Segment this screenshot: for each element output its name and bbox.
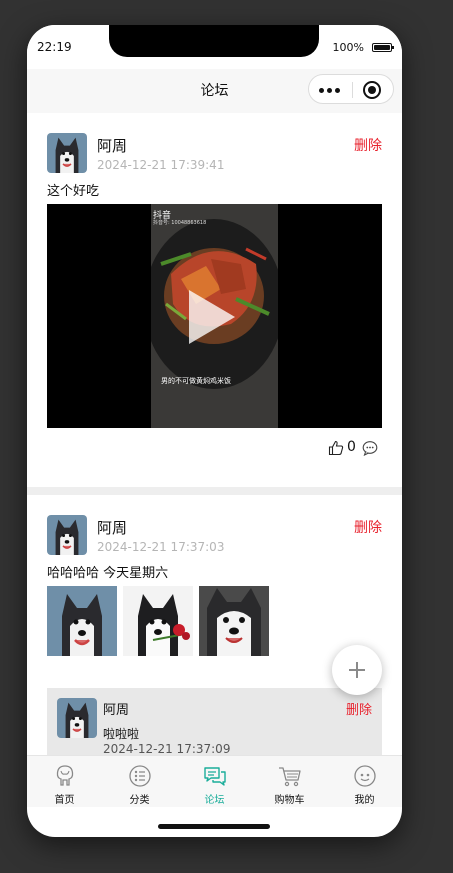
post-image[interactable] — [47, 586, 117, 656]
tab-forum[interactable]: 论坛 — [177, 756, 252, 808]
tab-label: 我的 — [354, 795, 375, 806]
play-icon[interactable] — [189, 290, 235, 344]
mini-program-capsule — [308, 74, 394, 104]
home-icon — [56, 765, 73, 786]
battery-percent: 100% — [332, 41, 364, 54]
comment-icon[interactable] — [362, 440, 378, 456]
post-image[interactable] — [199, 586, 269, 656]
post-card: 阿周 2024-12-21 17:37:03 删除 哈哈哈哈 今天星期六 阿周 … — [27, 495, 402, 755]
post-image[interactable] — [123, 586, 193, 656]
comment-text: 啦啦啦 — [103, 727, 140, 741]
comment-avatar[interactable] — [57, 698, 97, 738]
forum-icon — [203, 767, 226, 786]
post-author[interactable]: 阿周 — [97, 135, 127, 156]
post-time: 2024-12-21 17:37:03 — [97, 540, 225, 554]
like-count: 0 — [347, 439, 356, 455]
phone-frame: 22:19 100% 论坛 阿周 2024-12-21 17:39:41 删除 … — [27, 25, 402, 837]
avatar[interactable] — [47, 515, 87, 555]
husky-rose-image — [123, 586, 193, 656]
tab-category[interactable]: 分类 — [102, 756, 177, 808]
add-post-button[interactable] — [332, 645, 382, 695]
video-caption: 男的不可做黄焖鸡米饭 — [161, 377, 231, 385]
category-icon — [128, 765, 151, 787]
tab-profile[interactable]: 我的 — [327, 756, 402, 808]
tab-cart[interactable]: 购物车 — [252, 756, 327, 808]
profile-icon — [353, 765, 376, 787]
status-bar: 22:19 100% — [27, 25, 402, 69]
page-title: 论坛 — [200, 83, 229, 99]
tab-label: 分类 — [129, 795, 150, 806]
post-time: 2024-12-21 17:39:41 — [97, 158, 225, 172]
post-author[interactable]: 阿周 — [97, 517, 127, 538]
comment-author[interactable]: 阿周 — [103, 699, 129, 718]
cart-icon — [278, 767, 301, 787]
nav-bar: 论坛 — [27, 69, 402, 113]
delete-post-button[interactable]: 删除 — [354, 135, 382, 155]
video-player[interactable]: 抖音 抖音号: 10048863618 男的不可做黄焖鸡米饭 — [47, 204, 382, 428]
tab-label: 购物车 — [274, 795, 305, 806]
husky-closeup-image — [199, 586, 269, 656]
husky-avatar-image — [47, 515, 87, 555]
post-divider — [27, 487, 402, 495]
home-indicator — [158, 824, 270, 829]
video-watermark-id: 抖音号: 10048863618 — [153, 220, 207, 226]
comment-list: 阿周 删除 啦啦啦 2024-12-21 17:37:09 — [47, 688, 382, 755]
delete-post-button[interactable]: 删除 — [354, 517, 382, 537]
husky-avatar-image — [57, 698, 97, 738]
tab-bar: 首页 分类 论坛 购物车 我的 — [27, 755, 402, 807]
notch — [109, 25, 319, 57]
post-actions: 0 — [328, 439, 380, 459]
close-program-icon[interactable] — [363, 81, 381, 99]
comment-time: 2024-12-21 17:37:09 — [103, 742, 231, 755]
thumbs-up-icon[interactable] — [328, 440, 344, 456]
husky-avatar-image — [47, 133, 87, 173]
tab-label: 首页 — [54, 795, 75, 806]
capsule-divider — [352, 82, 353, 98]
post-card: 阿周 2024-12-21 17:39:41 删除 这个好吃 抖音 抖音号: 1… — [27, 113, 402, 487]
post-text: 哈哈哈哈 今天星期六 — [47, 566, 169, 581]
avatar[interactable] — [47, 133, 87, 173]
post-text: 这个好吃 — [47, 184, 100, 199]
status-time: 22:19 — [37, 40, 72, 54]
delete-comment-button[interactable]: 删除 — [346, 699, 372, 718]
husky-photo-image — [47, 586, 117, 656]
tab-home[interactable]: 首页 — [27, 756, 102, 808]
battery-icon — [372, 43, 394, 52]
tab-label: 论坛 — [204, 795, 225, 806]
